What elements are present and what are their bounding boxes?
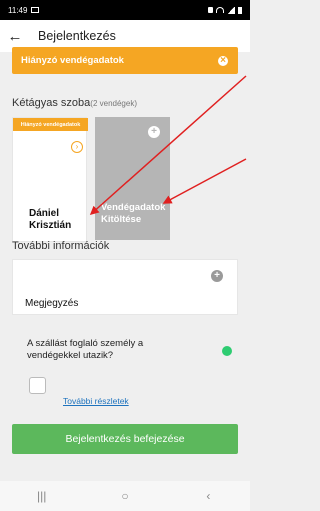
room-title: Kétágyas szoba(2 vendégek) [12,97,137,109]
status-left: 11:49 [8,5,40,15]
chevron-right-icon[interactable]: › [71,141,83,153]
details-link[interactable]: További részletek [63,396,129,406]
lock-icon [208,7,213,13]
banner-text: Hiányzó vendégadatok [21,55,124,66]
guest-name: Dániel Krisztián [29,208,99,232]
status-right [208,6,242,14]
back-arrow-icon[interactable]: ← [6,28,24,45]
add-note-icon[interactable]: + [211,270,223,282]
battery-icon [238,6,242,14]
system-nav-bar: ||| ○ ‹ [0,481,250,511]
details-checkbox[interactable] [29,377,46,394]
missing-data-banner[interactable]: Hiányzó vendégadatok [12,47,238,74]
guest-name-line1: Dániel [29,208,60,219]
notes-label: Megjegyzés [25,298,79,309]
banner-close-icon[interactable] [218,54,228,68]
home-icon[interactable]: ○ [105,489,145,503]
status-bar: 11:49 [0,0,250,20]
guest-missing-tag: Hiányzó vendégadatok [13,118,88,131]
room-subtitle: (2 vendégek) [90,99,137,108]
page-title: Bejelentkezés [38,29,116,43]
wifi-icon [216,7,224,13]
travel-question: A szállást foglaló személy a vendégekkel… [27,338,144,361]
annotation-arrow-to-fill [162,158,247,204]
status-time: 11:49 [8,5,28,15]
room-title-text: Kétágyas szoba [12,97,91,109]
finish-checkin-button[interactable]: Bejelentkezés befejezése [12,424,238,454]
back-icon[interactable]: ‹ [188,489,228,503]
guest-name-line2: Krisztián [29,220,72,231]
travel-toggle[interactable] [222,346,232,356]
signal-icon [227,6,235,14]
plus-icon[interactable]: + [148,126,160,138]
notes-card[interactable]: + Megjegyzés [12,259,238,315]
guest-card-daniel[interactable]: Hiányzó vendégadatok › Dániel Krisztián [12,117,88,242]
fill-guest-label-line2: Kitöltése [101,214,142,225]
fill-guest-label-line1: Vendégadatok [101,202,166,213]
recent-apps-icon[interactable]: ||| [22,489,62,503]
fill-guest-data-card[interactable]: + Vendégadatok Kitöltése [95,117,170,240]
fill-guest-label: Vendégadatok Kitöltése [101,202,171,226]
more-info-title: További információk [12,240,110,252]
image-icon [31,7,40,13]
